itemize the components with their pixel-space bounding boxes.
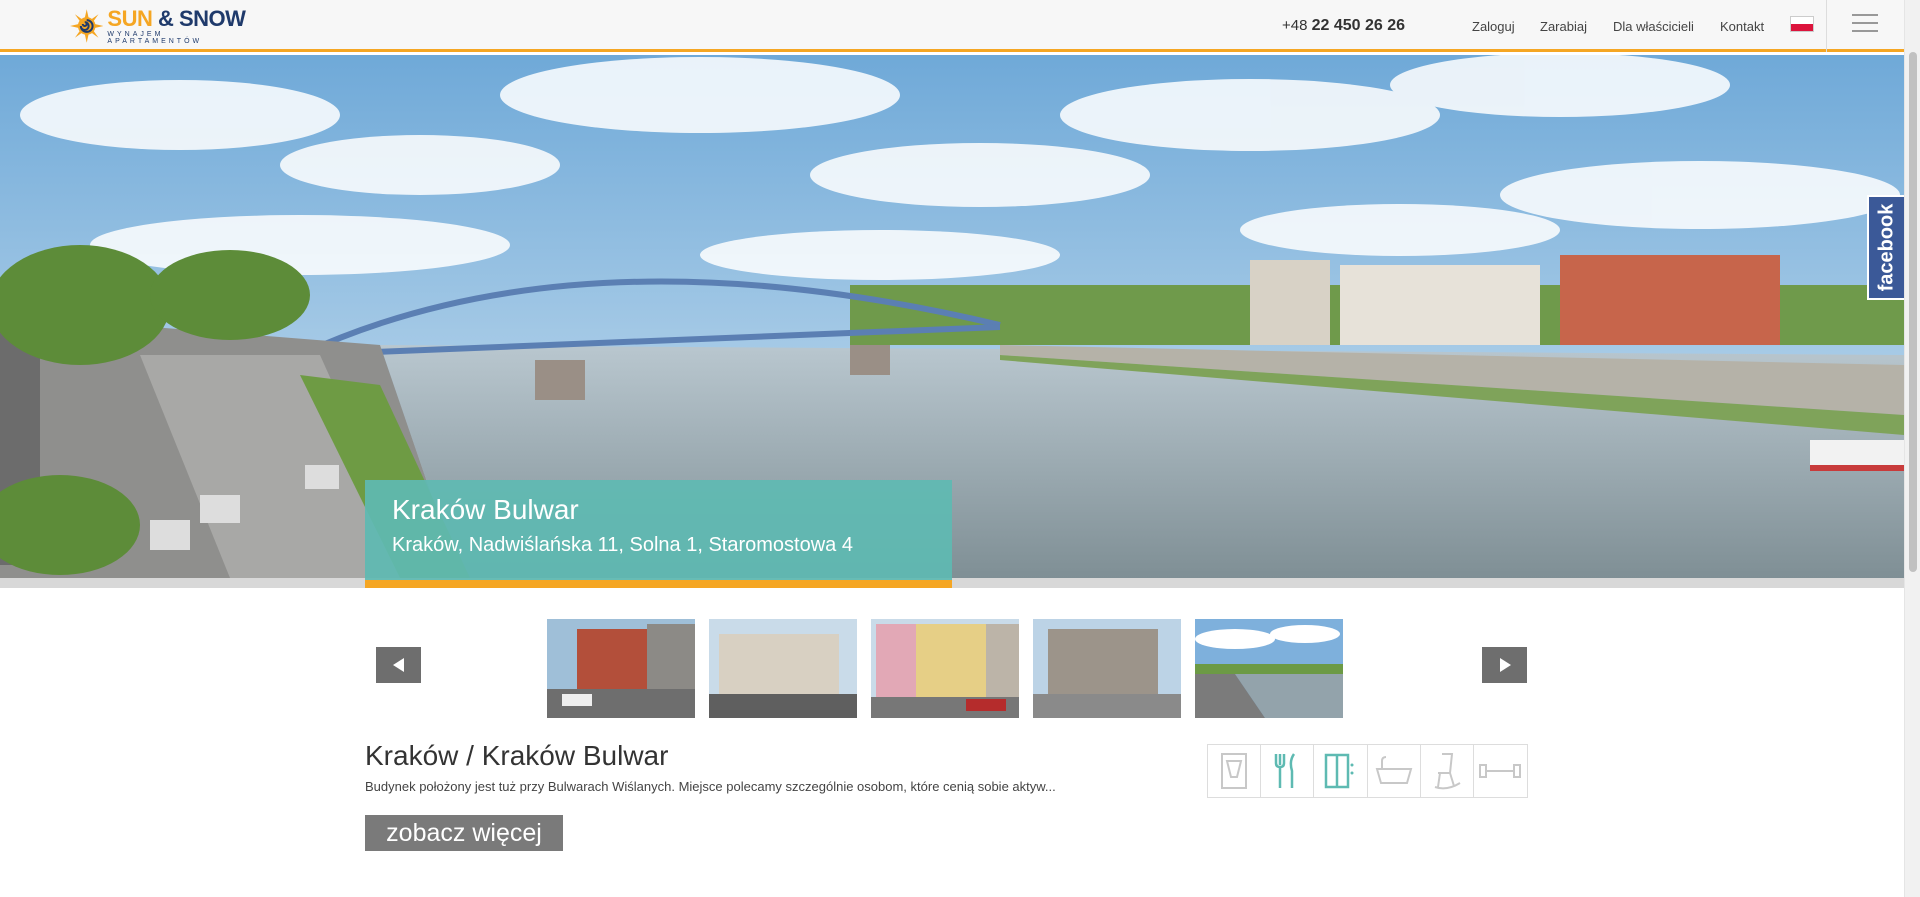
amenity-bathtub	[1368, 745, 1421, 797]
rocking-chair-icon	[1434, 753, 1461, 790]
nav-link-zarabiaj[interactable]: Zarabiaj	[1540, 19, 1587, 34]
logo-text-sun: SUN	[107, 5, 153, 31]
hamburger-menu-icon[interactable]	[1852, 14, 1878, 34]
hero-panorama	[0, 55, 1904, 578]
page-scrollbar[interactable]	[1904, 0, 1920, 897]
nav-link-zaloguj[interactable]: Zaloguj	[1472, 19, 1515, 34]
sun-logo-icon	[70, 9, 104, 43]
gallery-prev-button[interactable]	[376, 647, 421, 683]
hero-caption: Kraków Bulwar Kraków, Nadwiślańska 11, S…	[365, 480, 952, 588]
hero-address: Kraków, Nadwiślańska 11, Solna 1, Starom…	[392, 534, 853, 556]
logo-text-snow: SNOW	[179, 5, 246, 31]
amenity-gym	[1474, 745, 1527, 797]
amenity-rocking-chair	[1421, 745, 1474, 797]
facebook-label: facebook	[1875, 203, 1897, 292]
thumb-brick-building[interactable]	[547, 619, 695, 718]
amenity-coffee-machine	[1208, 745, 1262, 797]
phone-main: 22 450 26 26	[1311, 17, 1406, 34]
thumb-townhouse-square-image	[709, 619, 857, 718]
facebook-tab[interactable]: facebook	[1867, 195, 1904, 300]
sun-and-snow-logo[interactable]: SUN & SNOW WYNAJEM APARTAMENTÓW	[70, 6, 260, 46]
arrow-right-icon	[1499, 658, 1511, 672]
gallery-next-button[interactable]	[1482, 647, 1527, 683]
kitchen-cutlery-icon	[1275, 753, 1296, 788]
phone-number[interactable]: +48 22 450 26 26	[1282, 17, 1405, 35]
header-divider	[1826, 0, 1827, 52]
thumb-brick-building-image	[547, 619, 695, 718]
pl-flag-icon[interactable]	[1790, 16, 1814, 32]
scrollbar-thumb[interactable]	[1909, 52, 1917, 572]
thumb-river-view-image	[1195, 619, 1343, 718]
thumb-yellow-townhouse[interactable]	[871, 619, 1019, 718]
site-header: SUN & SNOW WYNAJEM APARTAMENTÓW +48 22 4…	[0, 0, 1904, 52]
property-title: Kraków / Kraków Bulwar	[365, 740, 669, 771]
thumb-river-view[interactable]	[1195, 619, 1343, 718]
amenities-bar	[1207, 744, 1528, 798]
wardrobe-icon	[1325, 753, 1354, 789]
property-description: Budynek położony jest tuż przy Bulwarach…	[365, 779, 1056, 794]
nav-link-dla-wlascicieli[interactable]: Dla właścicieli	[1613, 19, 1694, 34]
thumb-yellow-townhouse-image	[871, 619, 1019, 718]
bathtub-icon	[1375, 756, 1412, 784]
thumb-townhouse-square[interactable]	[709, 619, 857, 718]
thumb-modern-building-image	[1033, 619, 1181, 718]
amenity-kitchen	[1261, 745, 1315, 797]
logo-subtitle: WYNAJEM APARTAMENTÓW	[107, 30, 203, 45]
see-more-button[interactable]: zobacz więcej	[365, 815, 563, 851]
phone-prefix: +48	[1282, 17, 1308, 34]
coffee-machine-icon	[1221, 753, 1248, 789]
hero-title: Kraków Bulwar	[392, 494, 579, 525]
thumb-modern-building[interactable]	[1033, 619, 1181, 718]
hero-banner-image	[0, 55, 1904, 578]
arrow-left-icon	[392, 658, 404, 672]
nav-link-kontakt[interactable]: Kontakt	[1720, 19, 1764, 34]
logo-text-amp: &	[157, 5, 174, 31]
amenity-wardrobe	[1314, 745, 1368, 797]
hero-bottom-strip	[0, 578, 1904, 588]
dumbbell-icon	[1479, 764, 1522, 778]
